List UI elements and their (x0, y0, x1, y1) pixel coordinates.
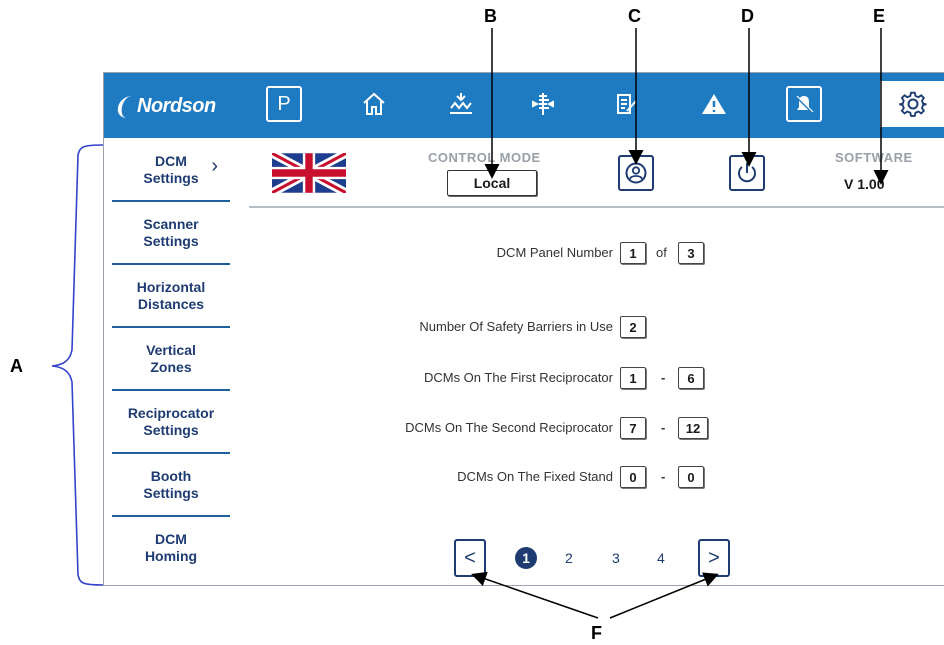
control-mode-value[interactable]: Local (447, 170, 537, 196)
callout-b: B (484, 6, 497, 26)
sidebar-item-label: Horizontal (136, 279, 206, 295)
sidebar-item-booth-settings[interactable]: Booth Settings (112, 455, 230, 517)
nordson-logo: Nordson (115, 95, 216, 118)
page-1[interactable]: 1 (515, 547, 537, 569)
next-page-button[interactable]: > (698, 539, 730, 577)
first-reciprocator-from-field[interactable]: 1 (620, 367, 646, 389)
sidebar-item-reciprocator-settings[interactable]: Reciprocator Settings (112, 392, 230, 454)
sidebar-item-label: Settings (143, 170, 199, 186)
gear-icon (898, 91, 927, 117)
sidebar-item-label: Settings (143, 233, 199, 249)
callout-a-brace (51, 144, 104, 586)
edit-log-icon (617, 94, 637, 114)
sidebar-item-dcm-homing[interactable]: DCM Homing (112, 518, 230, 578)
range-separator: - (661, 420, 666, 435)
alarm-button[interactable] (692, 81, 736, 127)
second-reciprocator-from-field[interactable]: 7 (620, 417, 646, 439)
sidebar-item-label: DCM (155, 153, 187, 169)
page-2[interactable]: 2 (565, 550, 573, 566)
second-reciprocator-label: DCMs On The Second Reciprocator (405, 420, 613, 435)
sidebar-item-scanner-settings[interactable]: Scanner Settings (112, 203, 230, 265)
power-icon (738, 163, 756, 183)
spray-button[interactable] (439, 81, 483, 127)
callout-c: C (628, 6, 641, 26)
brand-name: Nordson (137, 95, 216, 117)
panel-number-label: DCM Panel Number (496, 245, 613, 260)
chevron-right-icon: > (708, 546, 720, 569)
sidebar-item-label: DCM (155, 531, 187, 547)
callout-d: D (741, 6, 754, 26)
software-version: V 1.00 (844, 176, 885, 192)
panel-of-text: of (656, 245, 667, 260)
uk-flag-icon[interactable] (272, 153, 346, 193)
user-login-button[interactable] (618, 155, 654, 191)
page-3[interactable]: 3 (612, 550, 620, 566)
bell-muted-icon (795, 95, 814, 113)
sidebar-item-label: Booth (150, 468, 192, 484)
page-4[interactable]: 4 (657, 550, 665, 566)
home-button[interactable] (352, 81, 396, 127)
sidebar-item-label: Vertical (146, 342, 196, 358)
panel-total-field: 3 (678, 242, 704, 264)
log-button[interactable] (604, 81, 648, 127)
callout-e: E (873, 6, 886, 26)
callout-a: A (10, 356, 23, 376)
callout-f: F (591, 623, 602, 643)
sidebar-item-label: Homing (144, 548, 198, 564)
sidebar-item-label: Zones (150, 359, 192, 375)
control-mode-label: CONTROL MODE (428, 150, 541, 165)
warning-icon (702, 94, 726, 114)
fixed-stand-label: DCMs On The Fixed Stand (457, 469, 613, 484)
spray-icon (450, 93, 472, 114)
hmi-screen: Nordson P DCM Settings › Scanner Setting… (103, 72, 944, 586)
user-icon (625, 162, 647, 184)
first-reciprocator-to-field[interactable]: 6 (678, 367, 704, 389)
sidebar-item-dcm-settings[interactable]: DCM Settings › (112, 140, 230, 202)
fixed-stand-to-field[interactable]: 0 (678, 466, 704, 488)
safety-barriers-field[interactable]: 2 (620, 316, 646, 338)
reciprocator-icon (532, 93, 554, 115)
sidebar-item-label: Scanner (143, 216, 199, 232)
safety-barriers-label: Number Of Safety Barriers in Use (419, 319, 613, 334)
home-icon (363, 92, 385, 115)
parking-icon: P (266, 86, 302, 122)
chevron-left-icon: < (464, 546, 476, 569)
chevron-right-icon: › (211, 155, 218, 177)
software-label: SOFTWARE (835, 150, 913, 165)
sidebar-item-label: Distances (137, 296, 205, 312)
mute-bell-button[interactable] (782, 81, 826, 127)
range-separator: - (661, 370, 666, 385)
second-reciprocator-to-field[interactable]: 12 (678, 417, 708, 439)
first-reciprocator-label: DCMs On The First Reciprocator (423, 370, 613, 385)
sidebar-item-label: Settings (143, 422, 199, 438)
sidebar-item-vertical-zones[interactable]: Vertical Zones (112, 329, 230, 391)
sidebar-item-horizontal-distances[interactable]: Horizontal Distances (112, 266, 230, 328)
fixed-stand-from-field[interactable]: 0 (620, 466, 646, 488)
power-button[interactable] (729, 155, 765, 191)
parking-button[interactable]: P (262, 81, 306, 127)
settings-button[interactable] (880, 81, 944, 127)
previous-page-button[interactable]: < (454, 539, 486, 577)
panel-number-field[interactable]: 1 (620, 242, 646, 264)
header-divider (249, 206, 944, 208)
top-navigation-bar: Nordson P (104, 73, 944, 138)
sidebar-item-label: Reciprocator (127, 405, 215, 421)
reciprocator-button[interactable] (521, 81, 565, 127)
range-separator: - (661, 469, 666, 484)
settings-sidebar: DCM Settings › Scanner Settings Horizontal… (104, 138, 232, 585)
sidebar-item-label: Settings (143, 485, 199, 501)
